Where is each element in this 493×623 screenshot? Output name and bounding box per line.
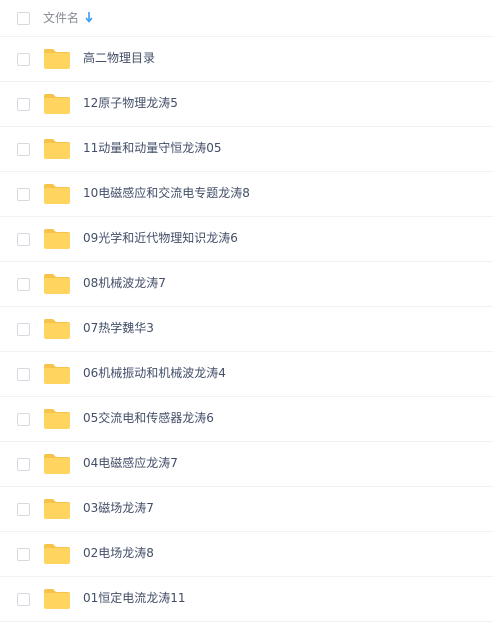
row-checkbox[interactable] — [17, 548, 30, 561]
file-name[interactable]: 02电场龙涛8 — [83, 545, 154, 562]
folder-icon[interactable] — [43, 138, 71, 160]
folder-icon[interactable] — [43, 588, 71, 610]
file-name[interactable]: 03磁场龙涛7 — [83, 500, 154, 517]
file-row[interactable]: 高二物理目录 — [0, 37, 493, 82]
file-name[interactable]: 12原子物理龙涛5 — [83, 95, 178, 112]
file-row[interactable]: 05交流电和传感器龙涛6 — [0, 397, 493, 442]
file-name[interactable]: 01恒定电流龙涛11 — [83, 590, 186, 607]
file-name[interactable]: 05交流电和传感器龙涛6 — [83, 410, 214, 427]
column-header-filename[interactable]: 文件名 — [43, 10, 79, 26]
folder-icon[interactable] — [43, 93, 71, 115]
folder-icon[interactable] — [43, 183, 71, 205]
file-rows: 高二物理目录 12原子物理龙涛5 11动量和动量守恒龙涛05 10电磁感应和交流电专题… — [0, 37, 493, 622]
file-name[interactable]: 11动量和动量守恒龙涛05 — [83, 140, 222, 157]
file-row[interactable]: 10电磁感应和交流电专题龙涛8 — [0, 172, 493, 217]
file-row[interactable]: 08机械波龙涛7 — [0, 262, 493, 307]
row-checkbox[interactable] — [17, 503, 30, 516]
row-checkbox[interactable] — [17, 98, 30, 111]
folder-icon[interactable] — [43, 453, 71, 475]
row-checkbox[interactable] — [17, 413, 30, 426]
file-row[interactable]: 09光学和近代物理知识龙涛6 — [0, 217, 493, 262]
folder-icon[interactable] — [43, 363, 71, 385]
file-row[interactable]: 02电场龙涛8 — [0, 532, 493, 577]
file-list: 文件名 高二物理目录 12原子物理龙涛5 11动量和动量守恒龙涛05 10电磁感应和交… — [0, 0, 493, 622]
row-checkbox[interactable] — [17, 458, 30, 471]
file-row[interactable]: 04电磁感应龙涛7 — [0, 442, 493, 487]
file-name[interactable]: 09光学和近代物理知识龙涛6 — [83, 230, 238, 247]
file-row[interactable]: 06机械振动和机械波龙涛4 — [0, 352, 493, 397]
file-row[interactable]: 11动量和动量守恒龙涛05 — [0, 127, 493, 172]
row-checkbox[interactable] — [17, 593, 30, 606]
file-list-header: 文件名 — [0, 0, 493, 37]
file-name[interactable]: 06机械振动和机械波龙涛4 — [83, 365, 226, 382]
row-checkbox[interactable] — [17, 188, 30, 201]
folder-icon[interactable] — [43, 228, 71, 250]
file-name[interactable]: 10电磁感应和交流电专题龙涛8 — [83, 185, 250, 202]
row-checkbox[interactable] — [17, 233, 30, 246]
file-row[interactable]: 03磁场龙涛7 — [0, 487, 493, 532]
file-row[interactable]: 07热学魏华3 — [0, 307, 493, 352]
folder-icon[interactable] — [43, 408, 71, 430]
folder-icon[interactable] — [43, 498, 71, 520]
file-row[interactable]: 12原子物理龙涛5 — [0, 82, 493, 127]
row-checkbox[interactable] — [17, 368, 30, 381]
sort-descending-icon[interactable] — [85, 11, 93, 23]
row-checkbox[interactable] — [17, 278, 30, 291]
file-row[interactable]: 01恒定电流龙涛11 — [0, 577, 493, 622]
row-checkbox[interactable] — [17, 53, 30, 66]
folder-icon[interactable] — [43, 273, 71, 295]
file-name[interactable]: 04电磁感应龙涛7 — [83, 455, 178, 472]
row-checkbox[interactable] — [17, 143, 30, 156]
file-name[interactable]: 08机械波龙涛7 — [83, 275, 166, 292]
row-checkbox[interactable] — [17, 323, 30, 336]
file-name[interactable]: 07热学魏华3 — [83, 320, 154, 337]
folder-icon[interactable] — [43, 318, 71, 340]
select-all-checkbox[interactable] — [17, 12, 30, 25]
folder-icon[interactable] — [43, 543, 71, 565]
file-name[interactable]: 高二物理目录 — [83, 50, 155, 67]
folder-icon[interactable] — [43, 48, 71, 70]
